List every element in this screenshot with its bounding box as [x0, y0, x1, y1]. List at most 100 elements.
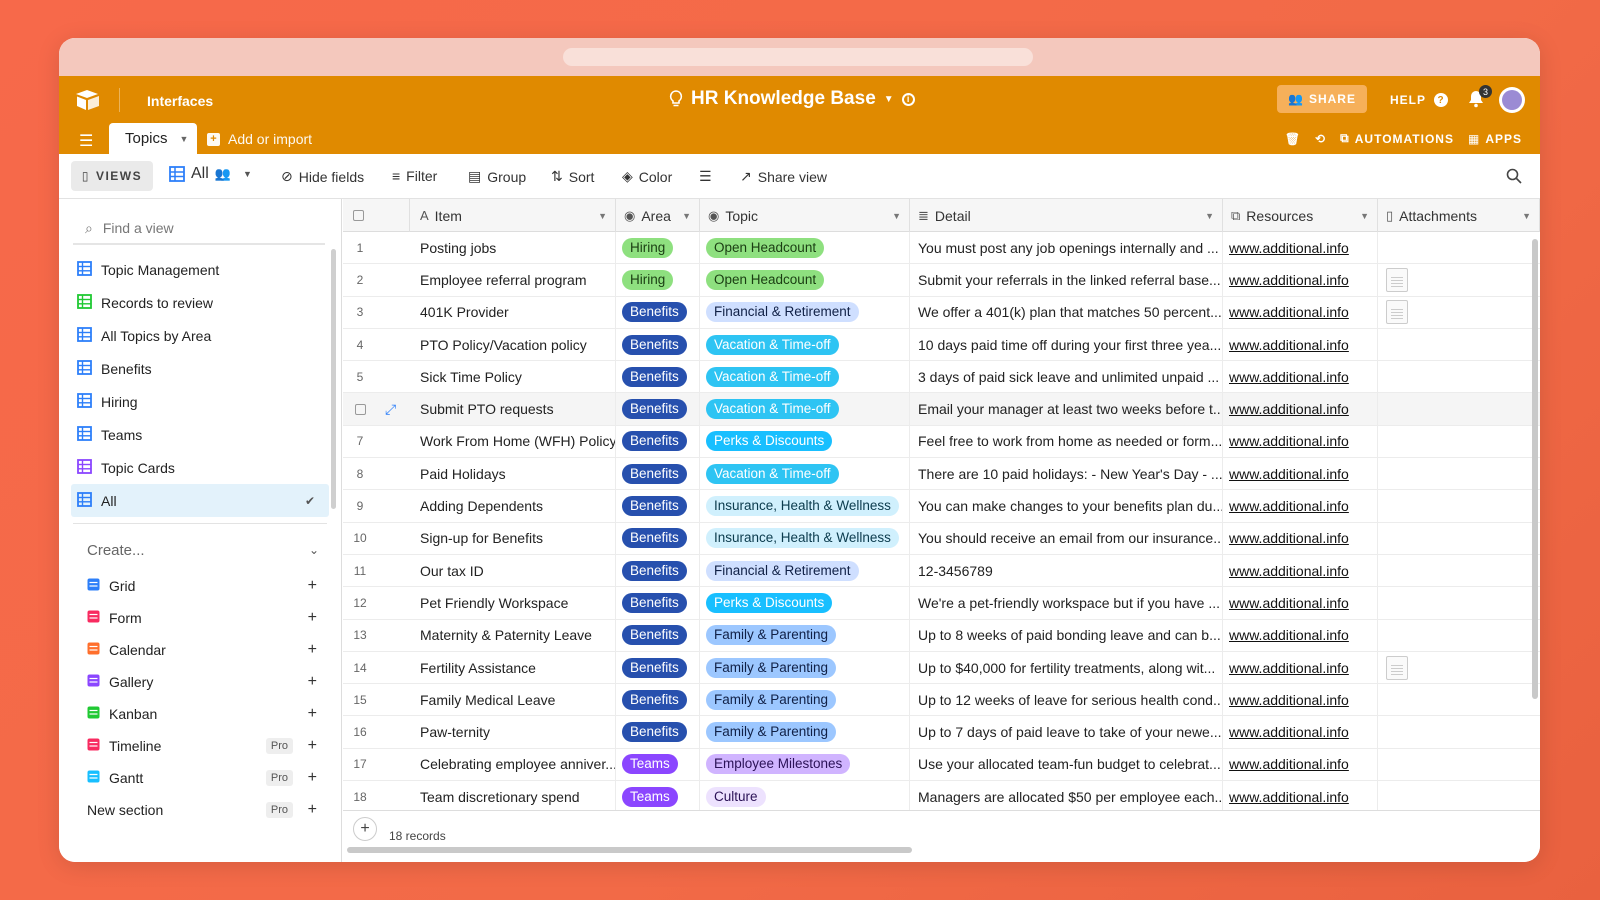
- detail-cell[interactable]: You can make changes to your benefits pl…: [910, 490, 1223, 522]
- attachments-cell[interactable]: [1378, 620, 1540, 651]
- resources-cell[interactable]: www.additional.info: [1223, 781, 1378, 813]
- topic-cell[interactable]: Open Headcount: [700, 232, 910, 264]
- sidebar-view-item[interactable]: All Topics by Area: [59, 319, 341, 352]
- column-header-topic[interactable]: ◉ Topic ▼: [700, 199, 910, 232]
- plus-icon[interactable]: +: [308, 737, 317, 755]
- create-view-calendar[interactable]: Calendar +: [59, 634, 341, 666]
- detail-cell[interactable]: Up to 8 weeks of paid bonding leave and …: [910, 619, 1223, 651]
- document-icon[interactable]: [1386, 300, 1408, 325]
- plus-icon[interactable]: +: [308, 577, 317, 595]
- create-view-timeline[interactable]: Timeline Pro +: [59, 730, 341, 762]
- detail-cell[interactable]: You must post any job openings internall…: [910, 232, 1223, 264]
- resource-link[interactable]: www.additional.info: [1229, 530, 1349, 546]
- detail-cell[interactable]: Managers are allocated $50 per employee …: [910, 781, 1223, 813]
- item-cell[interactable]: Maternity & Paternity Leave: [410, 619, 616, 651]
- area-cell[interactable]: Benefits: [616, 361, 700, 393]
- topic-cell[interactable]: Vacation & Time-off: [700, 393, 910, 425]
- detail-cell[interactable]: Submit your referrals in the linked refe…: [910, 264, 1223, 296]
- attachments-cell[interactable]: [1378, 749, 1540, 780]
- help-button[interactable]: HELP ?: [1390, 93, 1449, 107]
- column-header-area[interactable]: ◉ Area ▼: [616, 199, 700, 232]
- area-cell[interactable]: Teams: [616, 748, 700, 781]
- attachments-cell[interactable]: [1378, 393, 1540, 424]
- table-row[interactable]: 16 Paw-ternity Benefits Family & Parenting U…: [343, 716, 1540, 749]
- resources-cell[interactable]: www.additional.info: [1223, 748, 1378, 781]
- row-checkbox[interactable]: [343, 393, 377, 424]
- topic-cell[interactable]: Family & Parenting: [700, 619, 910, 651]
- sidebar-view-item[interactable]: Hiring: [59, 385, 341, 418]
- area-cell[interactable]: Benefits: [616, 458, 700, 490]
- sidebar-view-item[interactable]: Benefits: [59, 352, 341, 385]
- table-row[interactable]: ⤢ Submit PTO requests Benefits Vacation & T…: [343, 393, 1540, 426]
- find-view-input[interactable]: ⌕ Find a view: [73, 213, 325, 245]
- plus-icon[interactable]: +: [308, 801, 317, 819]
- menu-icon[interactable]: ☰: [79, 131, 93, 151]
- table-row[interactable]: 8 Paid Holidays Benefits Vacation & Time-of…: [343, 458, 1540, 491]
- resources-cell[interactable]: www.additional.info: [1223, 458, 1378, 490]
- views-toggle-button[interactable]: ▯ VIEWS: [71, 161, 153, 191]
- table-row[interactable]: 11 Our tax ID Benefits Financial & Retireme…: [343, 554, 1540, 588]
- column-header-resources[interactable]: ⧉ Resources ▼: [1223, 199, 1378, 232]
- item-cell[interactable]: Submit PTO requests: [410, 393, 616, 425]
- resource-link[interactable]: www.additional.info: [1229, 337, 1349, 353]
- filter-button[interactable]: ≡ Filter: [392, 168, 437, 184]
- resources-cell[interactable]: www.additional.info: [1223, 328, 1378, 361]
- attachments-cell[interactable]: [1378, 426, 1540, 457]
- plus-icon[interactable]: +: [308, 705, 317, 723]
- resource-link[interactable]: www.additional.info: [1229, 304, 1349, 320]
- area-cell[interactable]: Benefits: [616, 587, 700, 619]
- detail-cell[interactable]: 10 days paid time off during your first …: [910, 328, 1223, 361]
- table-row[interactable]: 18 Team discretionary spend Teams Culture Ma…: [343, 781, 1540, 814]
- item-cell[interactable]: Paid Holidays: [410, 458, 616, 490]
- resource-link[interactable]: www.additional.info: [1229, 595, 1349, 611]
- attachments-cell[interactable]: [1378, 490, 1540, 521]
- table-row[interactable]: 7 Work From Home (WFH) Policy Benefits Perk…: [343, 425, 1540, 459]
- table-row[interactable]: 15 Family Medical Leave Benefits Family & P…: [343, 684, 1540, 717]
- resource-link[interactable]: www.additional.info: [1229, 627, 1349, 643]
- topic-cell[interactable]: Culture: [700, 781, 910, 813]
- tab-topics[interactable]: Topics ▼: [109, 123, 197, 154]
- table-row[interactable]: 3 401K Provider Benefits Financial & Retire…: [343, 296, 1540, 329]
- interfaces-link[interactable]: Interfaces: [147, 93, 213, 109]
- attachments-cell[interactable]: [1378, 329, 1540, 360]
- detail-cell[interactable]: Up to 7 days of paid leave to take of yo…: [910, 716, 1223, 748]
- table-row[interactable]: 10 Sign-up for Benefits Benefits Insurance,…: [343, 522, 1540, 555]
- area-cell[interactable]: Hiring: [616, 264, 700, 296]
- area-cell[interactable]: Benefits: [616, 328, 700, 361]
- item-cell[interactable]: Family Medical Leave: [410, 684, 616, 716]
- resource-link[interactable]: www.additional.info: [1229, 692, 1349, 708]
- topic-cell[interactable]: Vacation & Time-off: [700, 361, 910, 393]
- chevron-down-icon[interactable]: ▼: [1205, 211, 1214, 221]
- item-cell[interactable]: 401K Provider: [410, 296, 616, 328]
- automations-button[interactable]: ⧉ AUTOMATIONS: [1340, 131, 1454, 146]
- topic-cell[interactable]: Family & Parenting: [700, 684, 910, 716]
- resource-link[interactable]: www.additional.info: [1229, 240, 1349, 256]
- attachments-cell[interactable]: [1378, 264, 1540, 295]
- resource-link[interactable]: www.additional.info: [1229, 756, 1349, 772]
- item-cell[interactable]: Pet Friendly Workspace: [410, 587, 616, 619]
- color-button[interactable]: ◈ Color: [622, 168, 672, 185]
- item-cell[interactable]: Work From Home (WFH) Policy: [410, 425, 616, 458]
- horizontal-scrollbar[interactable]: [347, 847, 912, 853]
- apps-button[interactable]: ▦ APPS: [1468, 132, 1522, 146]
- area-cell[interactable]: Teams: [616, 781, 700, 813]
- chevron-down-icon[interactable]: ⌄: [309, 543, 319, 557]
- resources-cell[interactable]: www.additional.info: [1223, 619, 1378, 651]
- sidebar-view-item[interactable]: Teams: [59, 418, 341, 451]
- resources-cell[interactable]: www.additional.info: [1223, 425, 1378, 458]
- table-row[interactable]: 9 Adding Dependents Benefits Insurance, Hea…: [343, 490, 1540, 523]
- table-row[interactable]: 1 Posting jobs Hiring Open Headcount You mus…: [343, 232, 1540, 265]
- resource-link[interactable]: www.additional.info: [1229, 498, 1349, 514]
- table-row[interactable]: 14 Fertility Assistance Benefits Family & P…: [343, 651, 1540, 685]
- resource-link[interactable]: www.additional.info: [1229, 660, 1349, 676]
- airtable-logo-icon[interactable]: [75, 88, 101, 112]
- create-view-gantt[interactable]: Gantt Pro +: [59, 762, 341, 794]
- table-row[interactable]: 5 Sick Time Policy Benefits Vacation & Time…: [343, 361, 1540, 394]
- add-record-button[interactable]: +: [353, 817, 377, 841]
- detail-cell[interactable]: There are 10 paid holidays: - New Year's…: [910, 458, 1223, 490]
- item-cell[interactable]: Paw-ternity: [410, 716, 616, 748]
- sidebar-view-item[interactable]: Topic Cards: [59, 451, 341, 484]
- group-button[interactable]: ▤ Group: [468, 168, 526, 185]
- detail-cell[interactable]: We're a pet-friendly workspace but if yo…: [910, 587, 1223, 619]
- area-cell[interactable]: Benefits: [616, 684, 700, 716]
